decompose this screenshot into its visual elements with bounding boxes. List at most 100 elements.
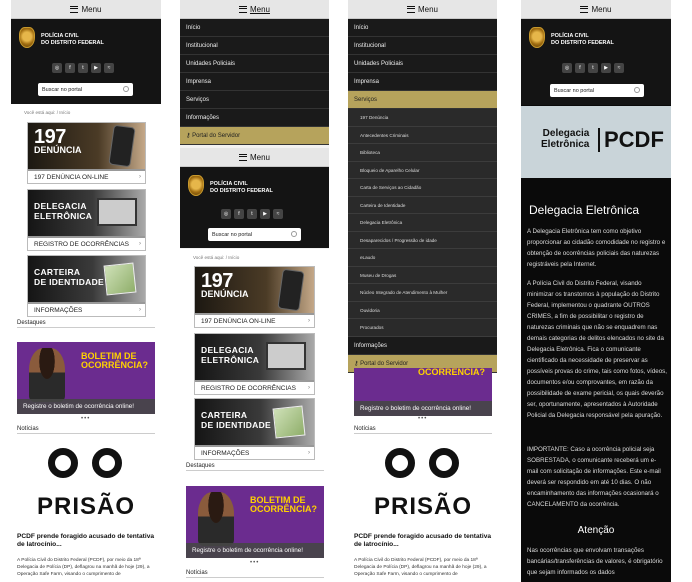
panel-servicos-submenu: Menu Início Institucional Unidades Polic…	[348, 0, 497, 582]
search-icon[interactable]	[634, 87, 640, 93]
hamburger-icon	[70, 5, 79, 13]
service-procurados[interactable]: Procurados	[348, 319, 497, 337]
service-197[interactable]: 197 Denúncia	[348, 109, 497, 127]
carousel-dots[interactable]: •••	[81, 416, 90, 422]
twitter-icon[interactable]: t	[247, 209, 257, 219]
service-carteira[interactable]: Carteira de Identidade	[348, 196, 497, 214]
nav-imprensa[interactable]: Imprensa	[348, 73, 497, 91]
twitter-icon[interactable]: t	[588, 63, 598, 73]
nav-informacoes[interactable]: Informações	[348, 337, 497, 355]
menu-button[interactable]: Menu	[521, 0, 671, 19]
menu-button[interactable]: Menu	[11, 0, 161, 19]
twitter-icon[interactable]: t	[78, 63, 88, 73]
breadcrumb-home-link[interactable]: Início	[59, 110, 70, 115]
breadcrumb: Você está aqui: / Início	[24, 110, 71, 115]
monitor-image	[97, 198, 137, 226]
main-nav: Início Institucional Unidades Policiais …	[348, 19, 497, 373]
importante-paragraph: IMPORTANTE: Caso a ocorrência policial s…	[527, 446, 661, 508]
nav-institucional[interactable]: Institucional	[180, 37, 329, 55]
nav-institucional[interactable]: Institucional	[348, 37, 497, 55]
instagram-icon[interactable]: ◎	[52, 63, 62, 73]
menu-button[interactable]: Menu	[180, 0, 329, 19]
banner-carteira-identidade[interactable]: CARTEIRA DE IDENTIDADE INFORMAÇÕES ›	[194, 398, 315, 460]
service-nucleo-mulher[interactable]: Núcleo Integrado de Atendimento à Mulher	[348, 284, 497, 302]
search-icon[interactable]	[291, 231, 297, 237]
id-card-image	[103, 262, 137, 296]
outros-crimes-paragraph: A Polícia Civil do Distrito Federal, vis…	[527, 280, 667, 419]
social-links: ◎ f t ▶ ≈	[52, 63, 114, 73]
rss-icon[interactable]: ≈	[273, 209, 283, 219]
screenshot-collage: Menu POLÍCIA CIVIL DO DISTRITO FEDERAL ◎ f…	[0, 0, 692, 582]
banner-carteira-identidade[interactable]: CARTEIRA DE IDENTIDADE INFORMAÇÕES ›	[27, 255, 146, 317]
news-excerpt: A Polícia Civil do Distrito Federal (PCD…	[354, 558, 487, 577]
intro-paragraph: A Delegacia Eletrônica tem como objetivo…	[527, 228, 666, 268]
rss-icon[interactable]: ≈	[104, 63, 114, 73]
delegacia-eletronica-logo: Delegacia Eletrônica PCDF	[521, 106, 671, 178]
atencao-heading: Atenção	[577, 525, 615, 536]
search-input[interactable]: Buscar no portal	[38, 83, 133, 96]
phone-image	[108, 124, 136, 168]
instagram-icon[interactable]: ◎	[221, 209, 231, 219]
service-desaparecidos[interactable]: Desaparecidos / Progressão de idade	[348, 231, 497, 249]
banner-boletim-ocorrencia[interactable]: BOLETIM DE OCORRÊNCIA? Registre o boletim…	[17, 342, 155, 414]
section-destaques: Destaques	[186, 463, 324, 471]
banner-197-denuncia[interactable]: 197 DENÚNCIA 197 DENÚNCIA ON-LINE ›	[27, 122, 146, 184]
service-museu[interactable]: Museu de Drogas	[348, 266, 497, 284]
banner-197-denuncia[interactable]: 197 DENÚNCIA 197 DENÚNCIA ON-LINE ›	[194, 266, 315, 328]
nav-unidades[interactable]: Unidades Policiais	[348, 55, 497, 73]
banner-boletim-ocorrencia[interactable]: BOLETIM DE OCORRÊNCIA? Registre o boletim…	[186, 486, 324, 558]
prisao-image[interactable]: PRISÃO	[363, 440, 483, 519]
pcdf-badge-logo[interactable]	[188, 175, 204, 196]
menu-button-2[interactable]: Menu	[180, 148, 329, 167]
service-elaudo[interactable]: eLaudo	[348, 249, 497, 267]
facebook-icon[interactable]: f	[575, 63, 585, 73]
chevron-right-icon: ›	[139, 174, 141, 180]
section-noticias: Notícias	[17, 426, 155, 434]
nav-inicio[interactable]: Início	[180, 19, 329, 37]
banner-delegacia-eletronica[interactable]: DELEGACIA ELETRÔNICA REGISTRO DE OCORRÊNC…	[27, 189, 146, 251]
banner-delegacia-eletronica[interactable]: DELEGACIA ELETRÔNICA REGISTRO DE OCORRÊNC…	[194, 333, 315, 395]
banner-boletim-ocorrencia[interactable]: OCORRÊNCIA? Registre o boletim de ocorrê…	[354, 368, 492, 416]
service-carta[interactable]: Carta de Serviços ao Cidadão	[348, 179, 497, 197]
nav-imprensa[interactable]: Imprensa	[180, 73, 329, 91]
menu-button[interactable]: Menu	[348, 0, 497, 19]
pcdf-badge-logo[interactable]	[529, 27, 545, 48]
search-input[interactable]: Buscar no portal	[208, 228, 301, 241]
breadcrumb: Você está aqui: / Início	[193, 255, 240, 260]
atencao-paragraph: Nas ocorrências que envolvam transações …	[527, 547, 663, 576]
pcdf-badge-logo[interactable]	[19, 27, 35, 48]
panel-menu-open: Menu Início Institucional Unidades Polic…	[180, 0, 329, 582]
page-title: Delegacia Eletrônica	[529, 203, 640, 217]
nav-unidades[interactable]: Unidades Policiais	[180, 55, 329, 73]
youtube-icon[interactable]: ▶	[260, 209, 270, 219]
facebook-icon[interactable]: f	[234, 209, 244, 219]
news-title[interactable]: PCDF prende foragido acusado de tentativ…	[354, 533, 494, 549]
section-destaques: Destaques	[17, 320, 155, 328]
nav-servicos[interactable]: Serviços	[180, 91, 329, 109]
news-excerpt: A Polícia Civil do Distrito Federal (PCD…	[17, 558, 150, 577]
section-noticias: Notícias	[354, 426, 492, 434]
service-biblioteca[interactable]: Biblioteca	[348, 144, 497, 162]
youtube-icon[interactable]: ▶	[91, 63, 101, 73]
instagram-icon[interactable]: ◎	[562, 63, 572, 73]
news-title[interactable]: PCDF prende foragido acusado de tentativ…	[17, 533, 157, 549]
search-input[interactable]: Buscar no portal	[550, 84, 644, 97]
panel-home: Menu POLÍCIA CIVIL DO DISTRITO FEDERAL ◎ f…	[11, 0, 161, 582]
facebook-icon[interactable]: f	[65, 63, 75, 73]
service-antecedentes[interactable]: Antecedentes Criminais	[348, 126, 497, 144]
service-delegacia[interactable]: Delegacia Eletrônica	[348, 214, 497, 232]
woman-photo	[29, 348, 65, 402]
main-nav: Início Institucional Unidades Policiais …	[180, 19, 329, 145]
nav-servicos[interactable]: Serviços	[348, 91, 497, 109]
nav-portal-servidor[interactable]: ⚷ Portal do Servidor	[180, 127, 329, 145]
rss-icon[interactable]: ≈	[614, 63, 624, 73]
service-ouvidoria[interactable]: Ouvidoria	[348, 301, 497, 319]
service-bloqueio-celular[interactable]: Bloqueio de Aparelho Celular	[348, 161, 497, 179]
org-name: POLÍCIA CIVIL DO DISTRITO FEDERAL	[41, 33, 104, 46]
prisao-image[interactable]: PRISÃO	[26, 440, 146, 519]
nav-inicio[interactable]: Início	[348, 19, 497, 37]
youtube-icon[interactable]: ▶	[601, 63, 611, 73]
nav-informacoes[interactable]: Informações	[180, 109, 329, 127]
search-icon[interactable]	[123, 86, 129, 92]
site-header: POLÍCIA CIVIL DO DISTRITO FEDERAL ◎ f t ▶ ≈ B…	[11, 19, 161, 104]
